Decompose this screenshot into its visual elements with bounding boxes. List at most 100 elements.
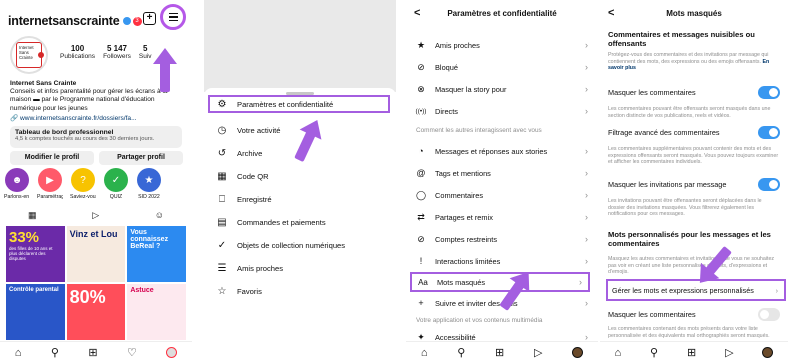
- manage-custom-words-row[interactable]: Gérer les mots et expressions personnali…: [606, 279, 786, 301]
- heart-icon[interactable]: ♡: [127, 346, 137, 359]
- professional-dashboard[interactable]: Tableau de bord professionnel 4,5 k comp…: [10, 126, 182, 148]
- post-tile[interactable]: 80%: [66, 284, 126, 340]
- chevron-right-icon: ›: [585, 298, 588, 308]
- settings-item[interactable]: ((•)) Directs ›: [414, 102, 588, 120]
- menu-item-settings[interactable]: ⚙ Paramètres et confidentialité: [208, 95, 390, 113]
- reels-tab-icon[interactable]: ▷: [92, 210, 99, 221]
- create-post-icon[interactable]: +: [143, 12, 156, 25]
- highlight-item[interactable]: ▶ Paramétrage: [37, 168, 63, 200]
- post-tile[interactable]: 33% des filles de 10 ans et plus déclaren…: [6, 226, 65, 282]
- post-tile[interactable]: Astuce: [127, 284, 186, 340]
- menu-item-label: Paramètres et confidentialité: [237, 99, 334, 109]
- bottom-nav: ⌂ ⚲ ⊞ ▷: [406, 341, 598, 363]
- share-profile-button[interactable]: Partager profil: [99, 151, 183, 165]
- highlight-item[interactable]: ☻ Parlons-en !: [4, 168, 30, 200]
- menu-item-qr[interactable]: ▦ Code QR: [214, 167, 392, 185]
- toggle-label: Masquer les commentaires: [608, 87, 696, 97]
- notification-badge: 3: [132, 16, 142, 26]
- settings-item[interactable]: ⇄ Partages et remix ›: [414, 208, 588, 226]
- hamburger-menu-icon[interactable]: [160, 4, 186, 30]
- settings-title: Paramètres et confidentialité: [447, 8, 557, 18]
- menu-item-favorites[interactable]: ☆ Favoris: [214, 282, 392, 300]
- settings-item-label: Bloqué: [435, 62, 459, 72]
- settings-item[interactable]: ★ Amis proches ›: [414, 36, 588, 54]
- settings-item[interactable]: ⊘ Bloqué ›: [414, 58, 588, 76]
- tile-title: Contrôle parental: [9, 287, 59, 293]
- profile-avatar-icon[interactable]: [166, 347, 178, 358]
- settings-item[interactable]: ⊗ Masquer la story pour ›: [414, 80, 588, 98]
- back-arrow-icon[interactable]: <: [414, 7, 420, 19]
- profile-username[interactable]: internetsanscrainte: [8, 14, 120, 28]
- hide-message-requests-toggle[interactable]: [758, 177, 780, 191]
- highlight-label: QUIZ: [109, 194, 123, 200]
- menu-item-close-friends[interactable]: ☰ Amis proches: [214, 259, 392, 277]
- card-icon: ▤: [217, 216, 227, 228]
- toggle-description: Les commentaires pouvant être offensants…: [608, 106, 771, 119]
- settings-item-label: Masquer la story pour: [435, 84, 507, 94]
- bio-link[interactable]: 🔗 www.internetsanscrainte.fr/dossiers/fa…: [10, 115, 186, 123]
- menu-item-orders[interactable]: ▤ Commandes et paiements: [214, 213, 392, 231]
- highlight-item[interactable]: ✓ QUIZ: [103, 168, 129, 200]
- create-icon[interactable]: ⊞: [495, 346, 504, 359]
- description-text: Protégez-vous des commentaires et des in…: [608, 52, 769, 65]
- arrow-pointer-icon: [153, 48, 177, 92]
- tile-stat: 33%: [9, 229, 40, 246]
- profile-avatar-icon[interactable]: [572, 347, 584, 358]
- post-tile[interactable]: Vous connaissez BeReal ?: [127, 226, 186, 282]
- create-icon[interactable]: ⊞: [88, 346, 97, 359]
- stat-label: Publications: [60, 53, 96, 60]
- chevron-right-icon: ›: [775, 285, 778, 295]
- reels-icon[interactable]: ▷: [725, 346, 733, 359]
- settings-item-hidden-words[interactable]: Aa Mots masqués ›: [410, 272, 590, 292]
- chevron-right-icon: ›: [585, 168, 588, 178]
- highlight-label: Parlons-en !: [4, 194, 30, 200]
- qr-code-icon: ▦: [217, 170, 227, 182]
- post-tile[interactable]: Vinz et Lou: [66, 226, 126, 282]
- toggle-row: Masquer les invitations par message: [608, 176, 780, 192]
- search-icon[interactable]: ⚲: [51, 346, 59, 359]
- highlight-item[interactable]: ★ SID 2022: [136, 168, 162, 200]
- settings-item[interactable]: @ Tags et mentions ›: [414, 164, 588, 182]
- stat-following[interactable]: 5 Suiv: [139, 44, 152, 60]
- menu-item-label: Commandes et paiements: [237, 217, 326, 227]
- home-icon[interactable]: ⌂: [614, 347, 621, 359]
- bio-line: numérique pour les jeunes: [10, 104, 88, 112]
- comment-icon: ◯: [415, 189, 427, 200]
- menu-item-collectibles[interactable]: ✓ Objets de collection numériques: [214, 236, 392, 254]
- settings-item[interactable]: ⊘ Comptes restreints ›: [414, 230, 588, 248]
- settings-item[interactable]: ◯ Commentaires ›: [414, 186, 588, 204]
- settings-item[interactable]: ◔ Messages et réponses aux stories ›: [414, 142, 588, 160]
- search-icon[interactable]: ⚲: [650, 346, 658, 359]
- edit-profile-button[interactable]: Modifier le profil: [10, 151, 94, 165]
- list-icon: ☰: [217, 262, 227, 274]
- menu-item-label: Objets de collection numériques: [237, 240, 346, 250]
- gear-icon: ⚙: [217, 98, 227, 110]
- reels-icon[interactable]: ▷: [534, 346, 542, 359]
- menu-item-saved[interactable]: ⎕ Enregistré: [214, 190, 392, 208]
- toggle-label: Filtrage avancé des commentaires: [608, 127, 720, 137]
- highlight-label: Saviez-vous ?: [70, 194, 96, 200]
- tagged-tab-icon[interactable]: ☺: [155, 210, 164, 221]
- home-icon[interactable]: ⌂: [15, 347, 22, 359]
- stat-publications[interactable]: 100 Publications: [60, 44, 95, 60]
- hide-comments-toggle[interactable]: [758, 85, 780, 99]
- settings-header: < Paramètres et confidentialité: [406, 0, 598, 26]
- stat-value: 5 147: [106, 44, 127, 53]
- grid-tab-icon[interactable]: ▦: [28, 210, 37, 221]
- hidden-words-icon: Aa: [418, 277, 428, 287]
- hide-custom-comments-toggle[interactable]: [758, 307, 780, 321]
- back-arrow-icon[interactable]: <: [608, 7, 614, 19]
- settings-item[interactable]: ! Interactions limitées ›: [414, 252, 588, 270]
- post-tile[interactable]: Contrôle parental: [6, 284, 65, 340]
- home-icon[interactable]: ⌂: [421, 347, 428, 359]
- search-icon[interactable]: ⚲: [457, 346, 465, 359]
- create-icon[interactable]: ⊞: [687, 346, 696, 359]
- profile-avatar-icon[interactable]: [762, 347, 774, 358]
- story-highlights: ☻ Parlons-en ! ▶ Paramétrage ? Saviez-vous …: [4, 168, 162, 200]
- live-icon: ((•)): [415, 107, 427, 115]
- profile-stats: 100 Publications 5 147 Followers 5 Suiv: [60, 44, 152, 60]
- stat-followers[interactable]: 5 147 Followers: [103, 44, 131, 60]
- advanced-filter-toggle[interactable]: [758, 125, 780, 139]
- avatar[interactable]: Internet Sans Crainte: [10, 36, 48, 74]
- highlight-item[interactable]: ? Saviez-vous ?: [70, 168, 96, 200]
